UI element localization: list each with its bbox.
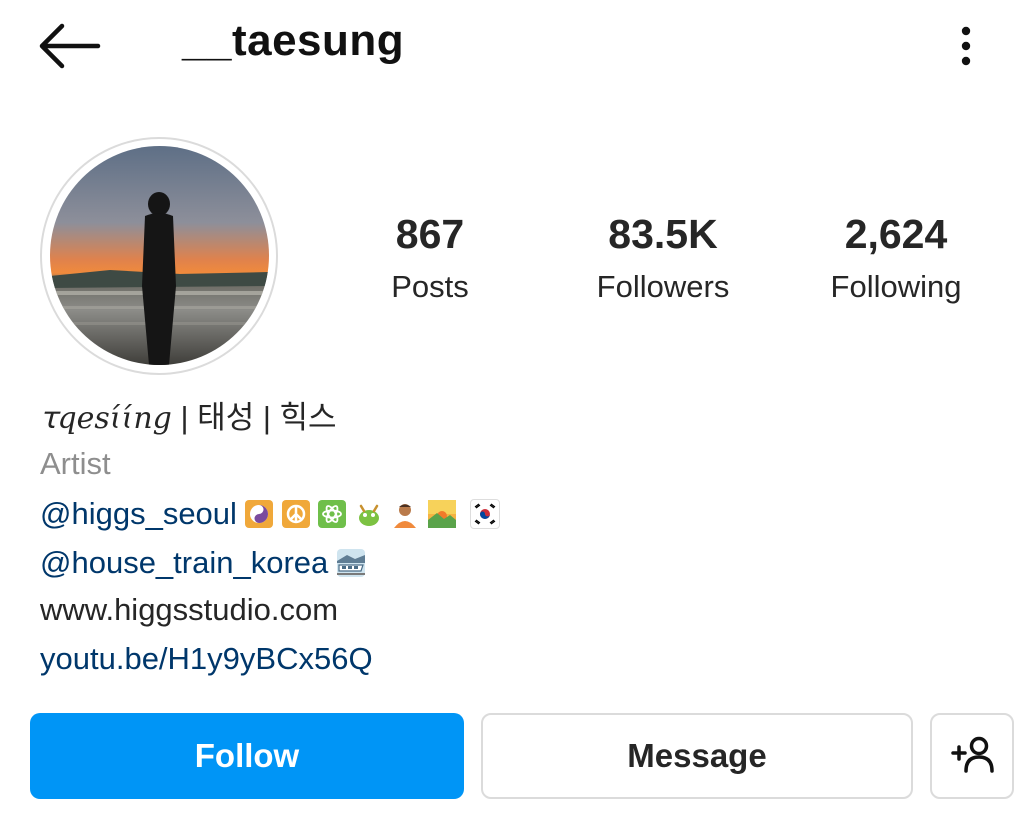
options-button[interactable] bbox=[950, 22, 982, 70]
person-bowing-icon bbox=[391, 500, 419, 528]
back-arrow-icon bbox=[39, 23, 101, 69]
bio-website: www.higgsstudio.com bbox=[40, 592, 339, 627]
yin-yang-icon bbox=[245, 500, 274, 528]
back-button[interactable] bbox=[38, 22, 102, 70]
suggested-users-button[interactable] bbox=[930, 713, 1014, 799]
atom-icon bbox=[318, 500, 347, 528]
stat-followers-label: Followers bbox=[596, 269, 730, 304]
profile-display-name: ꚍqesɩ́ɩ́ng | 태성 | 힉스 bbox=[40, 392, 337, 437]
avatar[interactable] bbox=[50, 146, 269, 365]
mention-house-train-korea[interactable]: @house_train_korea bbox=[40, 545, 328, 580]
train-icon bbox=[336, 549, 365, 577]
stat-posts-count: 867 bbox=[395, 211, 465, 257]
stat-posts[interactable]: 867 Posts bbox=[320, 206, 540, 312]
stat-followers[interactable]: 83.5K Followers bbox=[553, 206, 773, 312]
profile-category: Artist bbox=[40, 446, 111, 481]
add-user-icon bbox=[951, 736, 994, 773]
follow-button[interactable]: Follow bbox=[30, 713, 464, 799]
korea-flag-icon bbox=[470, 499, 501, 529]
stat-following-count: 2,624 bbox=[844, 211, 948, 257]
bio-line-house-train: @house_train_korea bbox=[40, 545, 365, 581]
message-button[interactable]: Message bbox=[481, 713, 913, 799]
stat-following-label: Following bbox=[830, 269, 962, 304]
mention-higgs-seoul[interactable]: @higgs_seoul bbox=[40, 496, 237, 531]
stat-followers-count: 83.5K bbox=[608, 211, 718, 257]
stat-following[interactable]: 2,624 Following bbox=[786, 206, 1006, 312]
stat-posts-label: Posts bbox=[391, 269, 469, 304]
top-bar: __taesung bbox=[0, 0, 1024, 92]
display-name-korean: | 태성 | 힉스 bbox=[171, 400, 337, 435]
sunrise-icon bbox=[427, 500, 456, 528]
bio-youtube-link[interactable]: youtu.be/H1y9yBCx56Q bbox=[40, 641, 373, 677]
more-options-icon bbox=[961, 26, 971, 66]
peace-icon bbox=[281, 500, 310, 528]
dragon-icon bbox=[355, 500, 383, 528]
display-name-stylized: ꚍqesɩ́ɩ́ng bbox=[40, 401, 172, 436]
profile-username: __taesung bbox=[182, 16, 405, 65]
bio-line-higgs: @higgs_seoul bbox=[40, 496, 501, 532]
avatar-photo bbox=[50, 146, 269, 365]
